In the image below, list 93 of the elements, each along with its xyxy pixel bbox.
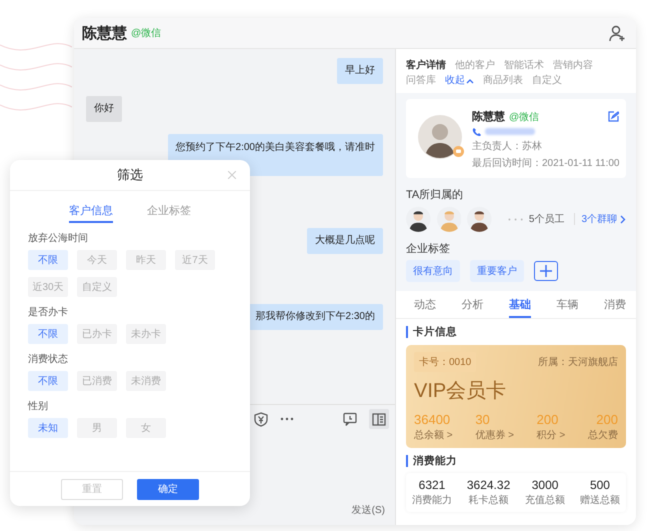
plus-icon (540, 265, 552, 277)
filter-option[interactable]: 已消费 (77, 371, 117, 391)
sidebar-toggle-icon[interactable] (369, 409, 389, 429)
edit-icon (608, 111, 620, 122)
stat-value: 200 (596, 412, 618, 427)
section-tab[interactable]: 动态 (414, 297, 436, 318)
avatar (467, 206, 492, 232)
customer-source: @微信 (509, 110, 540, 124)
filter-option[interactable]: 未消费 (126, 371, 166, 391)
section-title: 卡片信息 (406, 326, 626, 338)
contact-source: @微信 (131, 27, 162, 40)
chevron-right-icon (620, 214, 626, 224)
filter-option[interactable]: 近30天 (28, 277, 68, 297)
phone-icon (472, 127, 481, 136)
filter-option[interactable]: 近7天 (175, 250, 215, 270)
section-tab[interactable]: 基础 (509, 297, 531, 318)
contact-name: 陈慧慧 (82, 24, 127, 42)
filter-option[interactable]: 昨天 (126, 250, 166, 270)
tag: 重要客户 (470, 260, 524, 282)
filter-tab[interactable]: 企业标签 (147, 203, 191, 223)
panel-tab[interactable]: 智能话术 (504, 59, 544, 72)
last-visit-text: 最后回访时间：2021-01-11 11:00 (472, 156, 620, 170)
stat-value: 500 (590, 478, 610, 492)
section-tab[interactable]: 车辆 (556, 297, 578, 318)
add-person-icon (608, 24, 626, 42)
stat-value: 30 (475, 412, 491, 427)
section-title: 消费能力 (406, 455, 626, 467)
message-bubble: 那我帮你修改到下午2:30的 (248, 304, 383, 330)
message-bubble: 大概是几点呢 (307, 228, 383, 254)
stat-label[interactable]: 总余额 > (414, 428, 453, 442)
section-title: 企业标签 (405, 242, 451, 257)
panel-tab[interactable]: 商品列表 (483, 74, 523, 87)
panel-tab[interactable]: 营销内容 (553, 59, 593, 72)
more-icon (280, 417, 294, 421)
tag: 很有意向 (406, 260, 460, 282)
stat-label: 消费能力 (412, 494, 452, 507)
employee-count: 5个员工 (528, 213, 564, 226)
filter-option[interactable]: 今天 (77, 250, 117, 270)
card-name: VIP会员卡 (414, 379, 508, 404)
stat-label: 耗卡总额 (468, 494, 509, 507)
stat-value: 200 (536, 412, 560, 427)
stat-value: 6321 (418, 478, 446, 492)
section-title: TA所归属的 (405, 188, 464, 203)
customer-name: 陈慧慧 (472, 110, 505, 124)
stat-value: 36400 (414, 412, 452, 427)
stat-label[interactable]: 总欠费 (588, 428, 618, 442)
filter-option[interactable]: 不限 (28, 250, 68, 270)
collapse-link[interactable]: 收起 (445, 74, 474, 87)
filter-label: 放弃公海时间 (28, 232, 89, 245)
message-bubble: 早上好 (337, 58, 383, 84)
send-button[interactable]: 发送(S) (352, 503, 385, 517)
chevron-up-icon (466, 78, 474, 84)
chat-history-icon (343, 412, 357, 426)
filter-tab[interactable]: 客户信息 (69, 203, 113, 223)
filter-option[interactable]: 已办卡 (77, 324, 117, 344)
avatar (406, 206, 431, 232)
stat-label: 充值总额 (525, 494, 566, 507)
stat-label[interactable]: 优惠券 > (475, 428, 514, 442)
group-count-link[interactable]: 3个群聊 (581, 212, 626, 226)
filter-option[interactable]: 不限 (28, 324, 68, 344)
card-store: 所属：天河旗舰店 (538, 356, 618, 369)
section-tab[interactable]: 消费 (604, 297, 626, 318)
stat-label: 赠送总额 (580, 494, 620, 507)
shield-yuan-icon (254, 412, 268, 426)
chat-badge-icon (453, 146, 464, 157)
stat-label[interactable]: 积分 > (536, 428, 566, 442)
stat-value: 3000 (532, 478, 558, 492)
add-tag-button[interactable] (534, 261, 558, 281)
filter-option[interactable]: 男 (77, 418, 117, 438)
filter-option[interactable]: 女 (126, 418, 166, 438)
filter-option[interactable]: 不限 (28, 371, 68, 391)
avatar (436, 206, 462, 232)
filter-label: 消费状态 (28, 352, 69, 366)
avatar (418, 115, 462, 159)
panel-tab[interactable]: 问答库 (406, 74, 436, 87)
owner-text: 主负责人：苏林 (472, 140, 543, 153)
reset-button[interactable]: 重置 (61, 478, 123, 500)
dialog-title: 筛选 (117, 166, 143, 184)
filter-option[interactable]: 未办卡 (126, 324, 166, 344)
filter-option[interactable]: 未知 (28, 418, 68, 438)
redacted-phone-number (485, 128, 535, 135)
confirm-button[interactable]: 确定 (137, 478, 199, 500)
ellipsis-icon (508, 218, 523, 220)
filter-label: 是否办卡 (28, 306, 69, 319)
filter-option[interactable]: 自定义 (77, 277, 117, 297)
filter-label: 性别 (28, 400, 49, 413)
close-icon (228, 171, 236, 179)
message-bubble: 你好 (86, 96, 122, 122)
panel-tab[interactable]: 他的客户 (455, 59, 495, 72)
section-tab[interactable]: 分析 (462, 297, 484, 318)
stat-value: 3624.32 (466, 478, 510, 492)
panel-tab[interactable]: 客户详情 (406, 59, 446, 72)
panel-tab[interactable]: 自定义 (532, 74, 562, 87)
